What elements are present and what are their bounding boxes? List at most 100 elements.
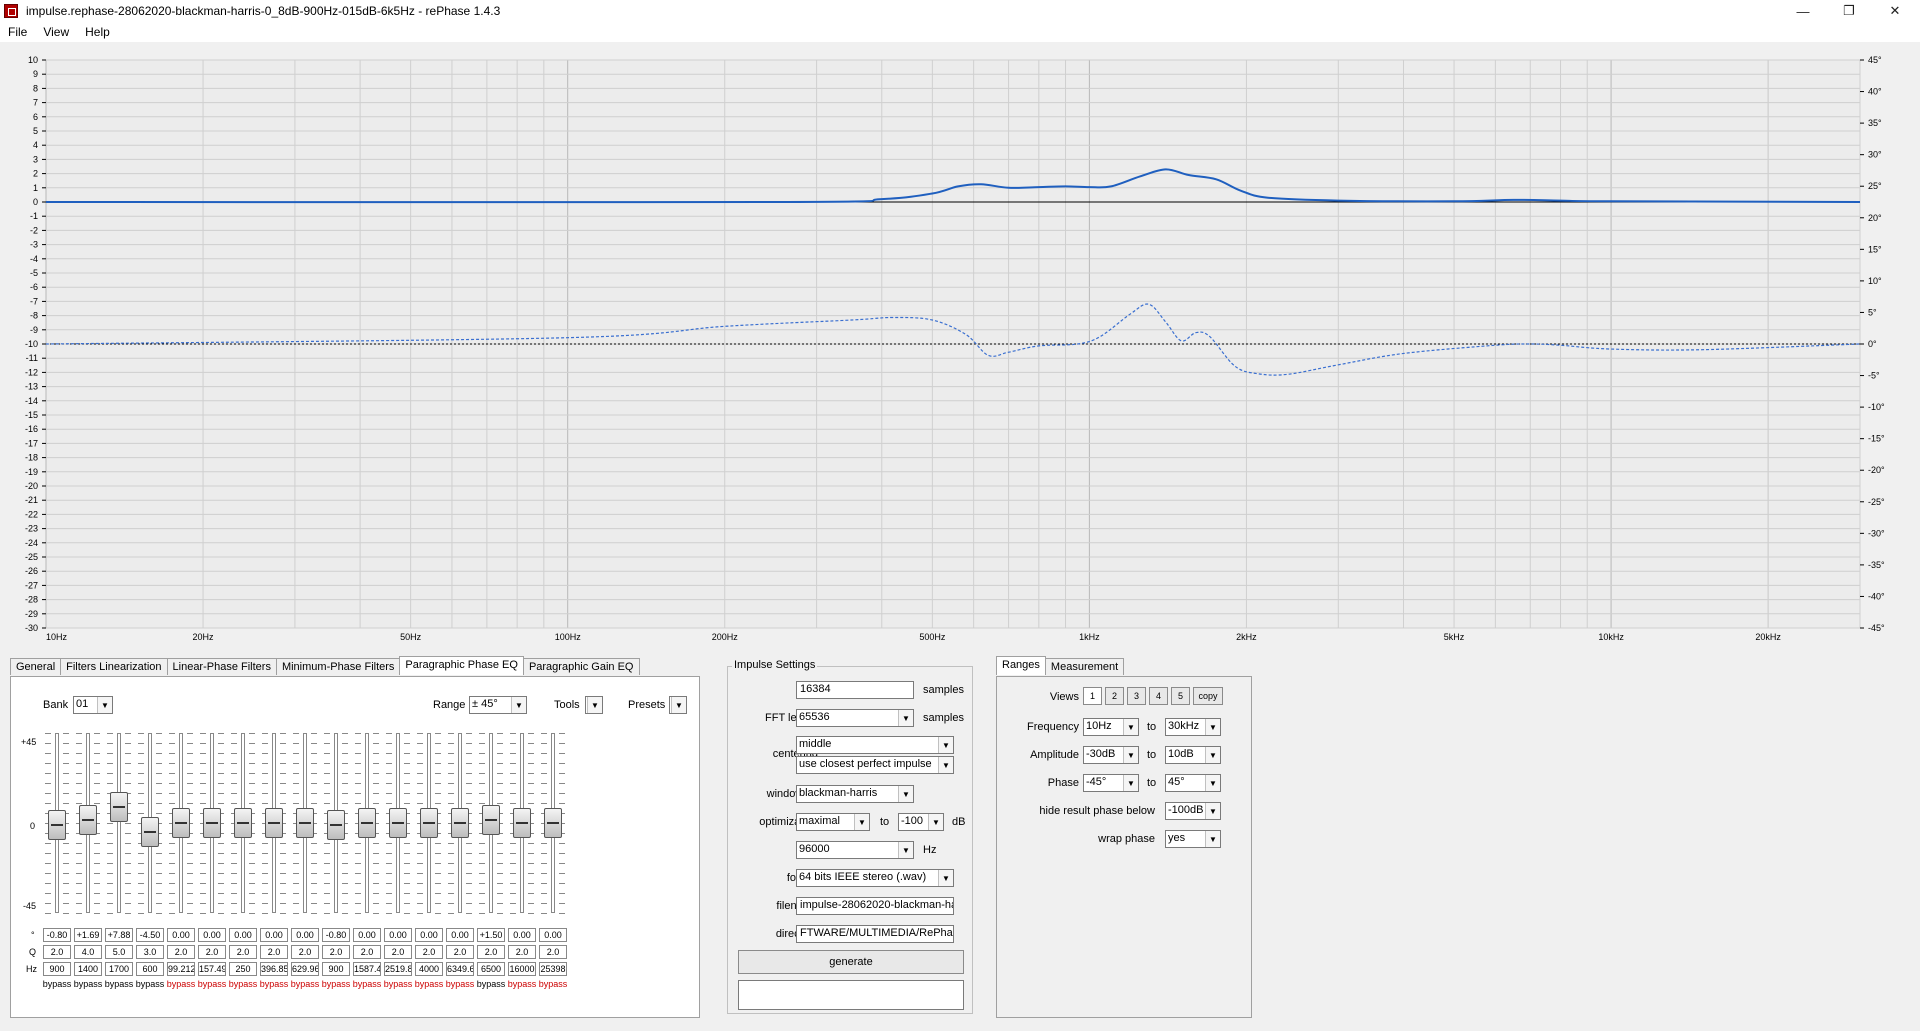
band-bypass-toggle[interactable]: bypass xyxy=(289,977,321,991)
band-phase-input[interactable]: 0.00 xyxy=(446,928,474,942)
slider-thumb[interactable] xyxy=(172,808,190,838)
maximize-button[interactable]: ❐ xyxy=(1826,0,1872,22)
tab-general[interactable]: General xyxy=(10,658,62,675)
band-bypass-toggle[interactable]: bypass xyxy=(227,977,259,991)
slider-thumb[interactable] xyxy=(482,805,500,835)
slider-thumb[interactable] xyxy=(420,808,438,838)
view-button-1[interactable]: 1 xyxy=(1083,687,1102,705)
band-phase-input[interactable]: +1.69 xyxy=(74,928,102,942)
tab-paragraphic-gain-eq[interactable]: Paragraphic Gain EQ xyxy=(522,658,640,675)
band-bypass-toggle[interactable]: bypass xyxy=(382,977,414,991)
band-phase-input[interactable]: 0.00 xyxy=(508,928,536,942)
band-bypass-toggle[interactable]: bypass xyxy=(134,977,166,991)
view-button-2[interactable]: 2 xyxy=(1105,687,1124,705)
band-phase-input[interactable]: 0.00 xyxy=(415,928,443,942)
band-q-input[interactable]: 2.0 xyxy=(353,945,381,959)
tab-filters-linearization[interactable]: Filters Linearization xyxy=(60,658,168,675)
slider-thumb[interactable] xyxy=(79,804,97,835)
menu-file[interactable]: File xyxy=(0,25,35,39)
band-q-input[interactable]: 2.0 xyxy=(198,945,226,959)
band-q-input[interactable]: 2.0 xyxy=(167,945,195,959)
slider-thumb[interactable] xyxy=(327,809,345,840)
band-frequency-input[interactable]: 1400 xyxy=(74,962,102,976)
windowing-select[interactable]: blackman-harris ▼ xyxy=(796,785,914,803)
generate-button[interactable]: generate xyxy=(738,950,964,974)
band-phase-input[interactable]: 0.00 xyxy=(229,928,257,942)
tab-minimum-phase-filters[interactable]: Minimum-Phase Filters xyxy=(275,658,401,675)
band-frequency-input[interactable]: 157.49 xyxy=(198,962,226,976)
band-bypass-toggle[interactable]: bypass xyxy=(320,977,352,991)
optimization-select[interactable]: maximal ▼ xyxy=(796,813,870,831)
band-q-input[interactable]: 2.0 xyxy=(291,945,319,959)
slider-thumb[interactable] xyxy=(358,808,376,838)
slider-thumb[interactable] xyxy=(110,792,128,823)
band-phase-input[interactable]: -0.80 xyxy=(322,928,350,942)
band-frequency-input[interactable]: 25398 xyxy=(539,962,567,976)
tab-ranges[interactable]: Ranges xyxy=(996,656,1046,675)
wrap-phase-select[interactable]: yes ▼ xyxy=(1165,830,1221,848)
band-bypass-toggle[interactable]: bypass xyxy=(537,977,569,991)
slider-thumb[interactable] xyxy=(296,808,314,838)
slider-thumb[interactable] xyxy=(234,808,252,838)
frequency-response-plot[interactable]: 10 9 8 7 6 5 4 3 2 1 0 -1 -2 -3 -4 -5 -6 -7 -8 -9 -10 -11 -12-… xyxy=(0,44,1920,650)
band-frequency-input[interactable]: 396.85 xyxy=(260,962,288,976)
band-phase-input[interactable]: 0.00 xyxy=(167,928,195,942)
band-frequency-input[interactable]: 250 xyxy=(229,962,257,976)
band-q-input[interactable]: 2.0 xyxy=(384,945,412,959)
format-select[interactable]: 64 bits IEEE stereo (.wav) ▼ xyxy=(796,869,954,887)
band-bypass-toggle[interactable]: bypass xyxy=(351,977,383,991)
band-q-input[interactable]: 2.0 xyxy=(415,945,443,959)
band-bypass-toggle[interactable]: bypass xyxy=(103,977,135,991)
band-q-input[interactable]: 2.0 xyxy=(539,945,567,959)
band-frequency-input[interactable]: 2519.8 xyxy=(384,962,412,976)
band-phase-input[interactable]: -0.80 xyxy=(43,928,71,942)
tools-menu-button[interactable]: ▼ xyxy=(585,696,603,714)
band-q-input[interactable]: 3.0 xyxy=(136,945,164,959)
fft-length-select[interactable]: 65536 ▼ xyxy=(796,709,914,727)
band-bypass-toggle[interactable]: bypass xyxy=(506,977,538,991)
slider-thumb[interactable] xyxy=(544,808,562,838)
band-q-input[interactable]: 2.0 xyxy=(446,945,474,959)
band-bypass-toggle[interactable]: bypass xyxy=(41,977,73,991)
slider-thumb[interactable] xyxy=(451,808,469,838)
filename-input[interactable]: impulse-28062020-blackman-har xyxy=(796,897,954,915)
band-phase-input[interactable]: 0.00 xyxy=(353,928,381,942)
band-q-input[interactable]: 5.0 xyxy=(105,945,133,959)
range-select[interactable]: ± 45° ▼ xyxy=(469,696,527,714)
frequency-to-select[interactable]: 30kHz ▼ xyxy=(1165,718,1221,736)
band-phase-input[interactable]: 0.00 xyxy=(198,928,226,942)
slider-track[interactable] xyxy=(117,733,121,913)
band-q-input[interactable]: 2.0 xyxy=(229,945,257,959)
band-phase-input[interactable]: -4.50 xyxy=(136,928,164,942)
close-button[interactable]: ✕ xyxy=(1872,0,1918,22)
band-q-input[interactable]: 4.0 xyxy=(74,945,102,959)
phase-from-select[interactable]: -45° ▼ xyxy=(1083,774,1139,792)
band-frequency-input[interactable]: 16000 xyxy=(508,962,536,976)
band-q-input[interactable]: 2.0 xyxy=(508,945,536,959)
slider-thumb[interactable] xyxy=(513,808,531,838)
band-bypass-toggle[interactable]: bypass xyxy=(72,977,104,991)
view-button-5[interactable]: 5 xyxy=(1171,687,1190,705)
band-frequency-input[interactable]: 629.96 xyxy=(291,962,319,976)
presets-label[interactable]: Presets xyxy=(628,699,665,711)
menu-view[interactable]: View xyxy=(35,25,77,39)
optimization-db-select[interactable]: -100 ▼ xyxy=(898,813,944,831)
tab-paragraphic-phase-eq[interactable]: Paragraphic Phase EQ xyxy=(399,656,524,675)
amplitude-to-select[interactable]: 10dB ▼ xyxy=(1165,746,1221,764)
band-bypass-toggle[interactable]: bypass xyxy=(196,977,228,991)
tab-linear-phase-filters[interactable]: Linear-Phase Filters xyxy=(166,658,277,675)
tools-label[interactable]: Tools xyxy=(554,699,580,711)
bank-select[interactable]: 01 ▼ xyxy=(73,696,113,714)
band-phase-input[interactable]: 0.00 xyxy=(384,928,412,942)
minimize-button[interactable]: — xyxy=(1780,0,1826,22)
band-frequency-input[interactable]: 1700 xyxy=(105,962,133,976)
slider-thumb[interactable] xyxy=(203,808,221,838)
band-frequency-input[interactable]: 6500 xyxy=(477,962,505,976)
band-frequency-input[interactable]: 900 xyxy=(322,962,350,976)
band-phase-input[interactable]: +7.88 xyxy=(105,928,133,942)
band-bypass-toggle[interactable]: bypass xyxy=(475,977,507,991)
phase-to-select[interactable]: 45° ▼ xyxy=(1165,774,1221,792)
slider-thumb[interactable] xyxy=(265,808,283,838)
presets-menu-button[interactable]: ▼ xyxy=(669,696,687,714)
view-button-3[interactable]: 3 xyxy=(1127,687,1146,705)
